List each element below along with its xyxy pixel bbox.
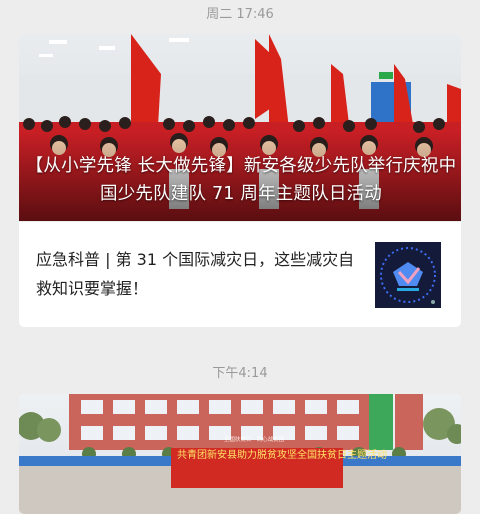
banner-text: 共青团新安县助力脱贫攻坚全国扶贫日主题活动	[177, 450, 387, 461]
sub-article-title: 应急科普 | 第 31 个国际减灾日，这些减灾自救知识要掌握！	[36, 250, 355, 298]
article-title: 【从小学先锋 长大做先锋】新安各级少先队举行庆祝中国少先队建队 71 周年主题队…	[25, 156, 457, 204]
sub-article-thumbnail	[375, 242, 441, 308]
message-timestamp: 下午4:14	[212, 366, 268, 381]
article-cover-image[interactable]: 全国扶贫日 · 同心战贫困 共青团新安县助力脱贫攻坚全国扶贫日主题活动	[19, 394, 461, 514]
message-timestamp: 周二 17:46	[206, 7, 274, 22]
article-card[interactable]: 全国扶贫日 · 同心战贫困 共青团新安县助力脱贫攻坚全国扶贫日主题活动	[19, 394, 461, 514]
article-cover-image[interactable]: 【从小学先锋 长大做先锋】新安各级少先队举行庆祝中国少先队建队 71 周年主题队…	[19, 34, 461, 221]
article-card[interactable]: 【从小学先锋 长大做先锋】新安各级少先队举行庆祝中国少先队建队 71 周年主题队…	[19, 34, 461, 327]
emergency-logo-icon	[380, 247, 436, 304]
banner-subtext: 全国扶贫日 · 同心战贫困	[223, 437, 285, 443]
sub-article-row[interactable]: 应急科普 | 第 31 个国际减灾日，这些减灾自救知识要掌握！	[19, 221, 461, 327]
